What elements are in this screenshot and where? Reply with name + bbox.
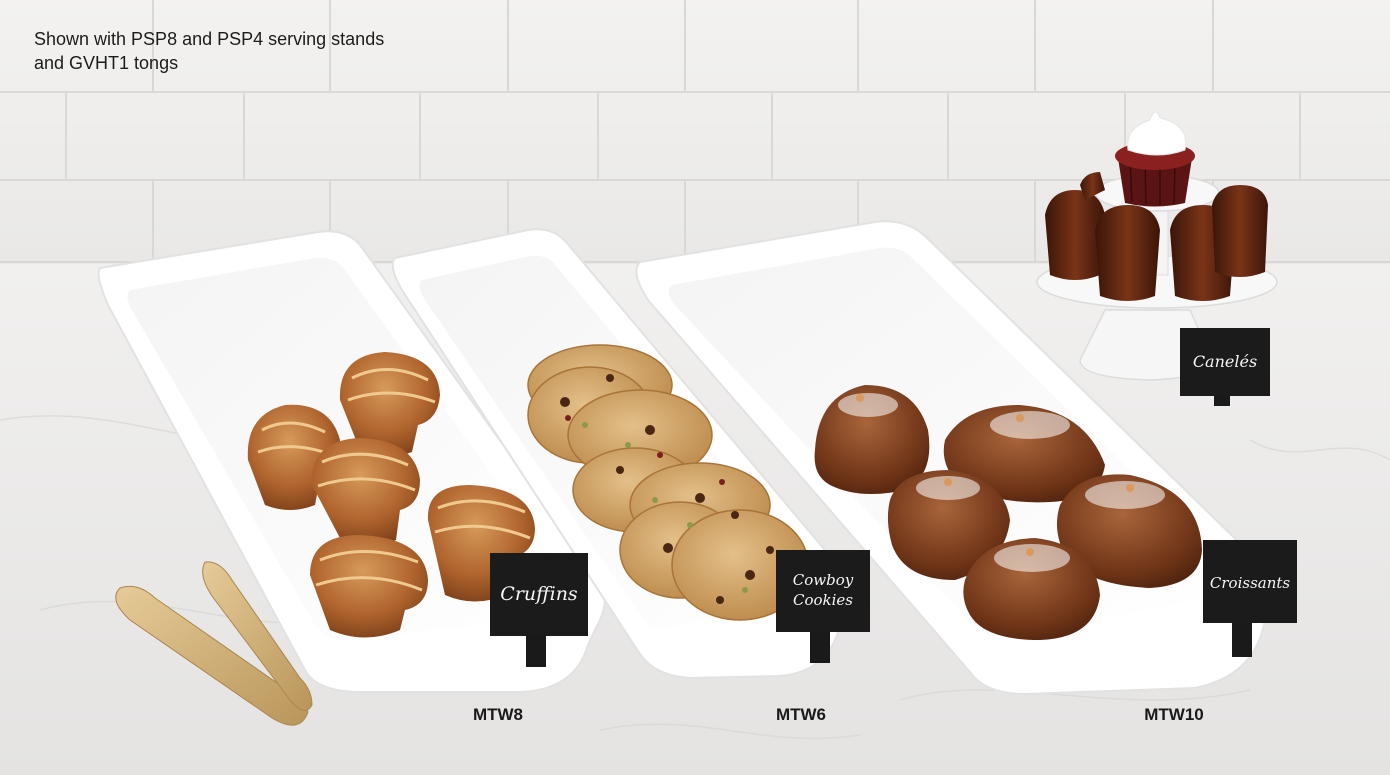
caption-line-1: Shown with PSP8 and PSP4 serving stands [34, 29, 385, 49]
caneles-sign: Canelés [1180, 328, 1270, 406]
croissants-label: Croissants [1210, 574, 1291, 592]
caption-line-2: and GVHT1 tongs [34, 53, 179, 73]
cruffins-label: Cruffins [500, 583, 578, 605]
sku-mtw6: MTW6 [775, 705, 827, 724]
cowboy-label-line2: Cookies [793, 591, 853, 609]
caneles-label: Canelés [1193, 352, 1257, 371]
sku-mtw10: MTW10 [1144, 705, 1204, 724]
product-photo: Cruffins Cowboy Cookies Croissants Canel… [0, 0, 1390, 775]
cowboy-label-line1: Cowboy [793, 571, 854, 589]
sku-mtw8: MTW8 [472, 705, 524, 724]
caption: Shown with PSP8 and PSP4 serving stands … [34, 27, 494, 75]
